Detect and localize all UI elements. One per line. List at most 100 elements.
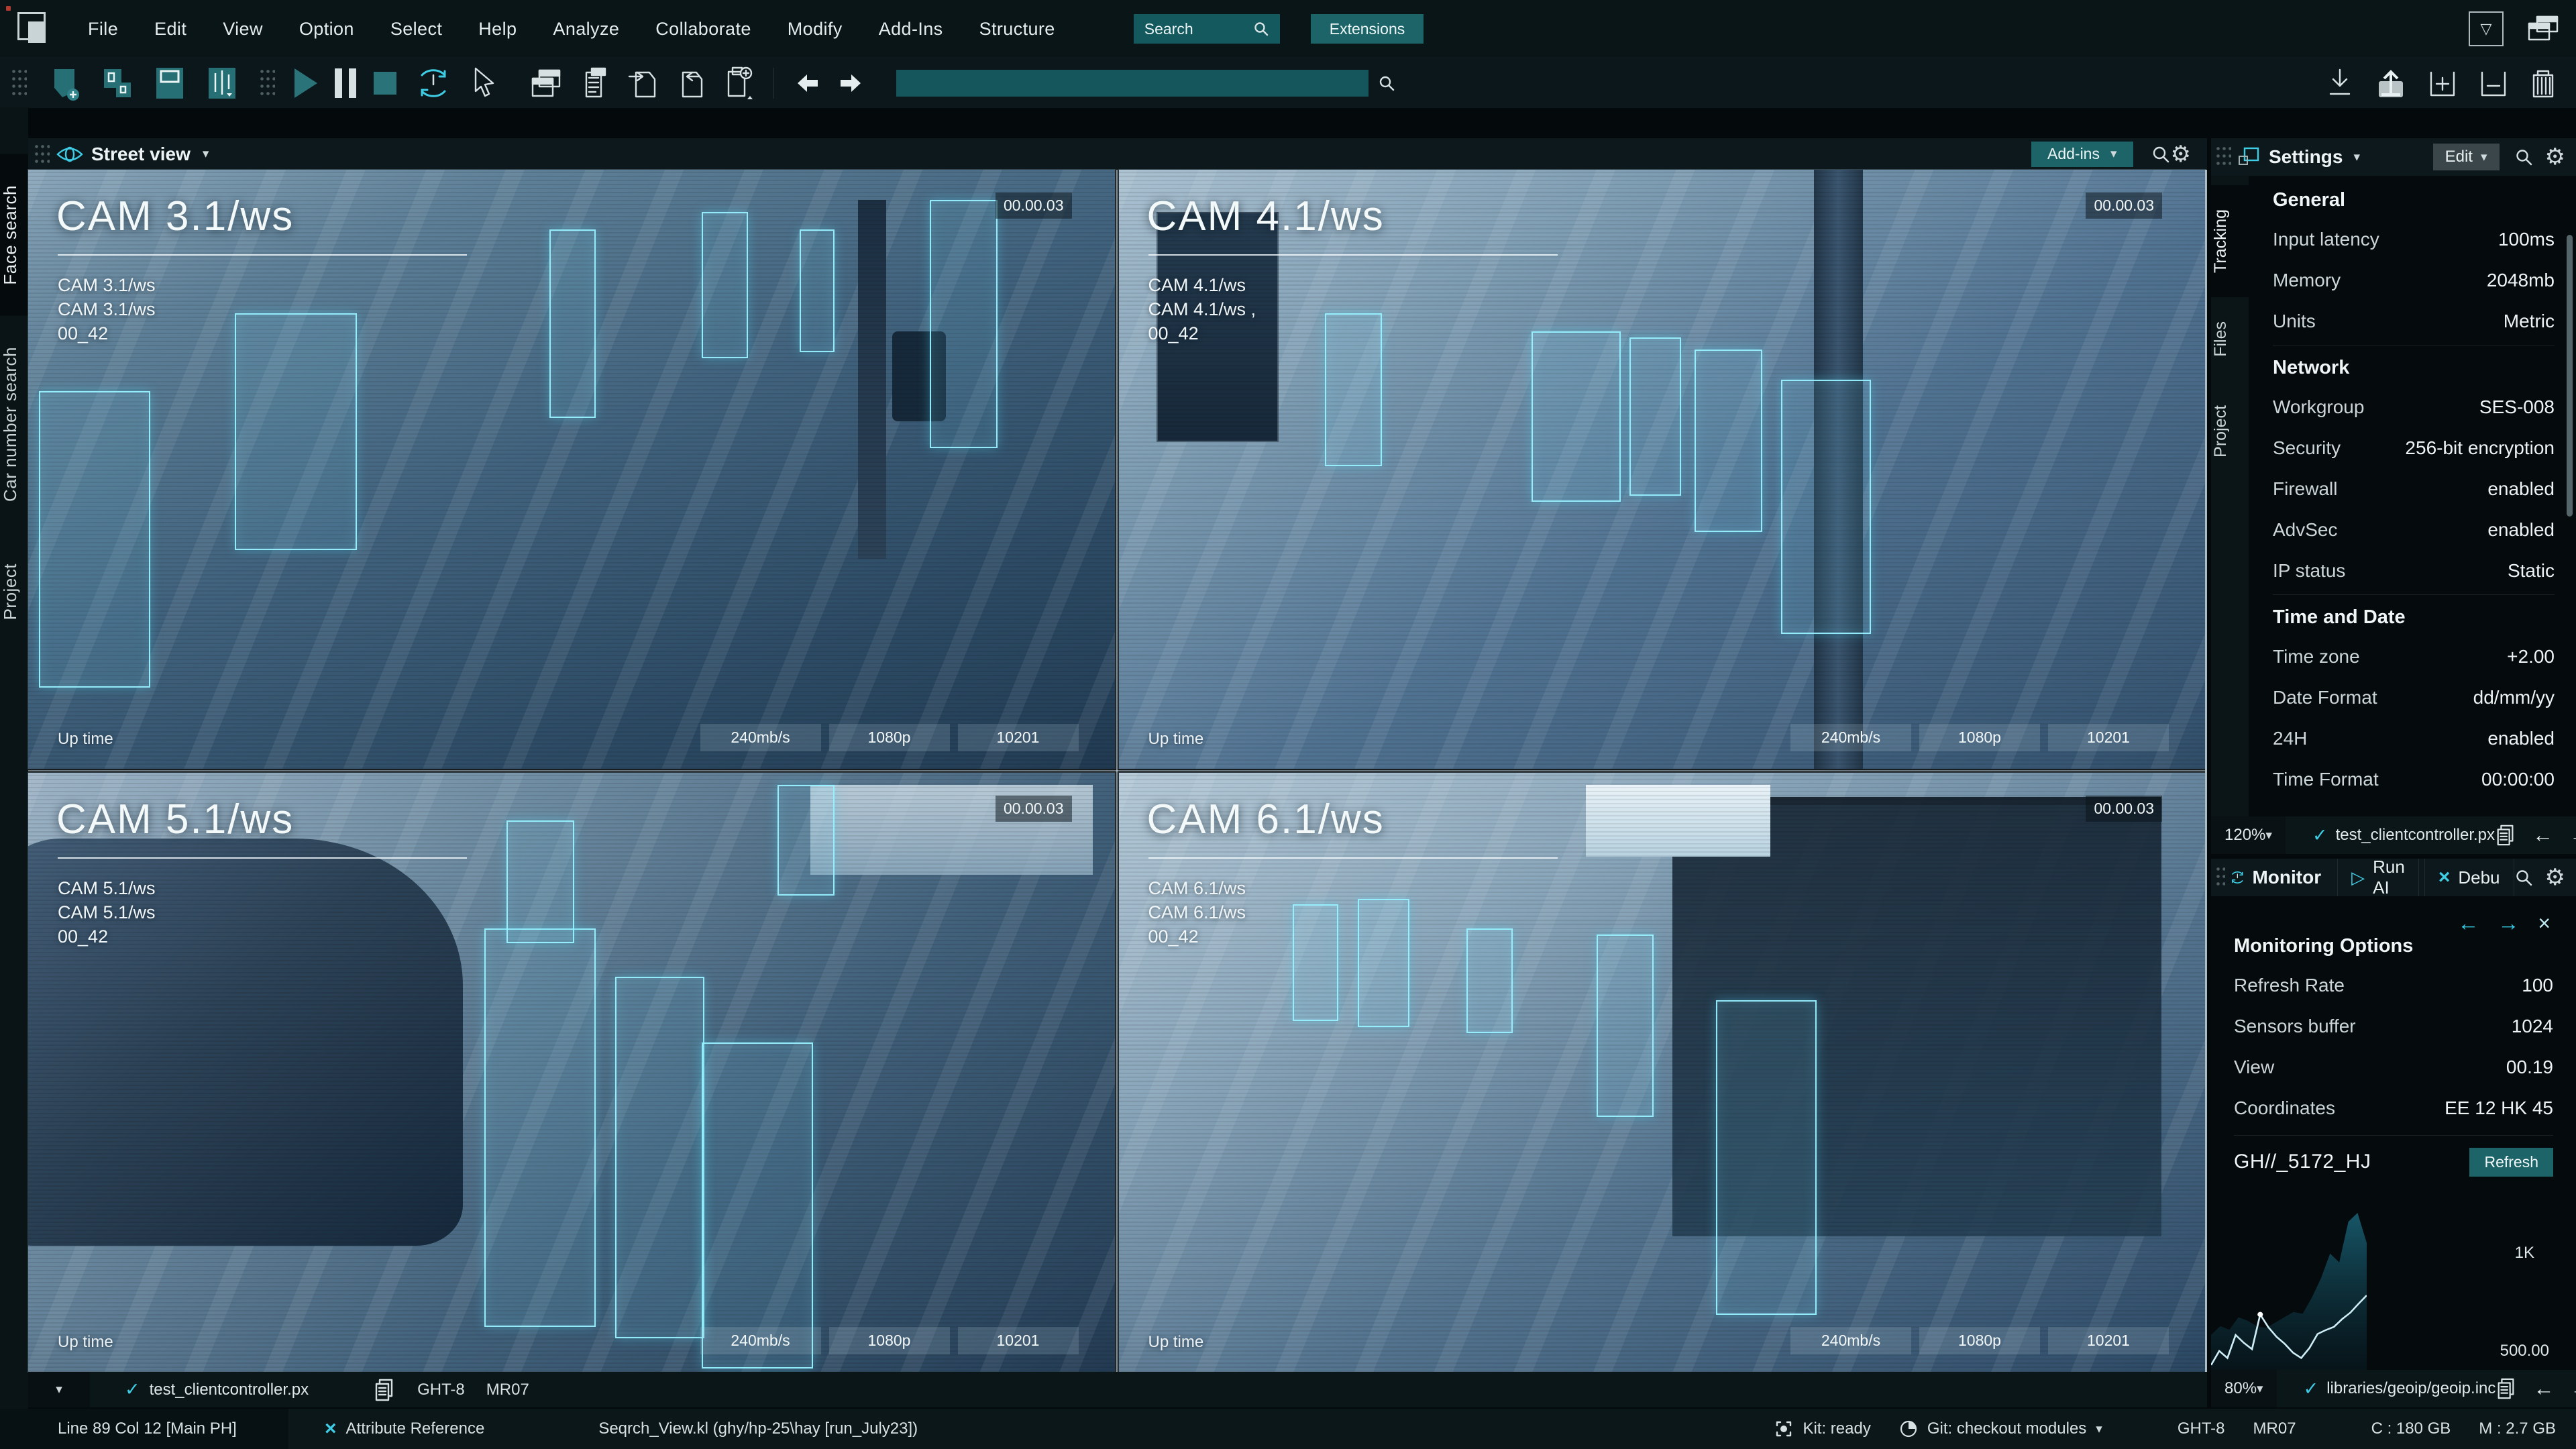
menu-item[interactable]: Structure [961, 19, 1073, 40]
toolbar-drag-handle[interactable] [11, 68, 27, 99]
cascade-windows-icon[interactable] [2526, 14, 2561, 44]
settings-row[interactable]: Date Formatdd/mm/yy [2273, 677, 2555, 718]
menu-item[interactable]: Analyze [535, 19, 637, 40]
shape-add-tool-icon[interactable] [45, 65, 83, 101]
frame-tool-icon[interactable] [152, 65, 187, 101]
menu-item[interactable]: Edit [136, 19, 205, 40]
sidebar-tab[interactable]: Project [0, 533, 28, 651]
git-status[interactable]: Git: checkout modules ▾ [1899, 1419, 2102, 1438]
camera-view-3[interactable]: CAM 3.1/ws CAM 3.1/ws CAM 3.1/ws 00_42 0… [28, 170, 1115, 769]
forward-arrow-icon[interactable]: → [2569, 823, 2576, 847]
chevron-down-icon[interactable]: ▾ [2353, 150, 2360, 165]
settings-row[interactable]: 24Henabled [2273, 718, 2555, 759]
dropdown-box-icon[interactable]: ▽ [2469, 11, 2504, 46]
monitor-row[interactable]: Sensors buffer1024 [2234, 1006, 2553, 1046]
menu-item[interactable]: Help [460, 19, 535, 40]
gear-icon[interactable]: ⚙ [2545, 866, 2565, 889]
zoom-select[interactable]: 80% ▾ [2211, 1370, 2277, 1407]
back-button[interactable] [794, 72, 820, 95]
toolbar-drag-handle[interactable] [259, 68, 275, 99]
footer-dropdown[interactable]: ▾ [28, 1372, 90, 1407]
add-item-icon[interactable] [2427, 67, 2458, 99]
run-ai-tab[interactable]: ▷ Run AI [2337, 859, 2419, 896]
forward-arrow-icon[interactable]: → [2570, 1377, 2576, 1401]
menu-item[interactable]: File [70, 19, 136, 40]
menu-item[interactable]: Option [281, 19, 372, 40]
panel-drag-handle[interactable] [2215, 865, 2225, 890]
upload-icon[interactable] [2375, 66, 2407, 100]
monitor-row[interactable]: CoordinatesEE 12 HK 45 [2234, 1087, 2553, 1128]
copy-icon[interactable] [373, 1377, 396, 1403]
gear-icon[interactable]: ⚙ [2545, 146, 2565, 168]
import-page-icon[interactable] [627, 66, 657, 101]
settings-row[interactable]: Time zone+2.00 [2273, 636, 2555, 677]
settings-row[interactable]: UnitsMetric [2273, 301, 2555, 341]
settings-vertical-tab[interactable]: Project [2211, 381, 2249, 482]
group-objects-tool-icon[interactable] [100, 65, 135, 101]
sidebar-tab[interactable]: Face search [0, 154, 28, 316]
search-icon[interactable] [1377, 74, 1396, 93]
close-icon[interactable]: × [325, 1419, 337, 1439]
new-page-icon[interactable] [723, 65, 754, 101]
stop-button[interactable] [374, 72, 396, 95]
attribute-reference-label[interactable]: Attribute Reference [346, 1419, 485, 1438]
forward-button[interactable] [838, 72, 865, 95]
settings-row[interactable]: Time Format00:00:00 [2273, 759, 2555, 800]
settings-vertical-tab[interactable]: Tracking [2211, 185, 2249, 297]
back-arrow-icon[interactable]: ← [2532, 823, 2553, 847]
camera-view-4[interactable]: CAM 4.1/ws CAM 4.1/ws CAM 4.1/ws , 00_42… [1119, 170, 2206, 769]
gear-icon[interactable]: ⚙ [2171, 143, 2191, 166]
settings-vertical-tab[interactable]: Files [2211, 297, 2249, 381]
close-icon[interactable]: × [2538, 911, 2551, 936]
panel-drag-handle[interactable] [2215, 145, 2231, 169]
adjustments-tool-icon[interactable] [205, 65, 239, 101]
menu-item[interactable]: Add-Ins [861, 19, 961, 40]
settings-row[interactable]: AdvSecenabled [2273, 509, 2555, 550]
remove-item-icon[interactable] [2478, 67, 2509, 99]
back-arrow-icon[interactable]: ← [2533, 1377, 2554, 1401]
viewport-drag-handle[interactable] [34, 143, 50, 166]
cascade-windows-icon[interactable] [529, 66, 565, 100]
download-icon[interactable] [2325, 67, 2355, 99]
extensions-button[interactable]: Extensions [1311, 14, 1424, 44]
toolbar-search-input[interactable] [896, 70, 1368, 97]
pause-button[interactable] [335, 68, 356, 98]
camera-view-6[interactable]: CAM 6.1/ws CAM 6.1/ws CAM 6.1/ws 00_42 0… [1119, 773, 2206, 1372]
trash-icon[interactable] [2529, 67, 2557, 99]
copy-icon[interactable] [2495, 823, 2516, 847]
app-logo-icon[interactable] [17, 12, 55, 46]
search-icon[interactable] [2151, 144, 2171, 164]
monitor-row[interactable]: Refresh Rate100 [2234, 965, 2553, 1006]
search-icon[interactable] [2514, 868, 2533, 887]
debug-tab[interactable]: × Debu [2424, 859, 2514, 896]
menu-item[interactable]: Modify [769, 19, 861, 40]
settings-row[interactable]: Input latency100ms [2273, 219, 2555, 260]
addins-button[interactable]: Add-ins ▾ [2031, 142, 2133, 167]
edit-button[interactable]: Edit ▾ [2433, 144, 2500, 170]
menu-item[interactable]: View [205, 19, 281, 40]
scrollbar[interactable] [2567, 235, 2573, 517]
cursor-tool-icon[interactable] [470, 66, 500, 101]
settings-row[interactable]: Firewallenabled [2273, 468, 2555, 509]
zoom-select[interactable]: 120% ▾ [2211, 816, 2286, 854]
settings-row[interactable]: Security256-bit encryption [2273, 427, 2555, 468]
loop-refresh-icon[interactable] [414, 64, 453, 102]
forward-arrow-icon[interactable]: → [2498, 911, 2519, 936]
camera-view-5[interactable]: CAM 5.1/ws CAM 5.1/ws CAM 5.1/ws 00_42 0… [28, 773, 1115, 1372]
back-arrow-icon[interactable]: ← [2457, 911, 2479, 936]
statusbar-file-label[interactable]: Seqrch_View.kl (ghy/hp-25\hay [run_July2… [598, 1419, 918, 1438]
settings-row[interactable]: WorkgroupSES-008 [2273, 386, 2555, 427]
monitor-row[interactable]: View00.19 [2234, 1046, 2553, 1087]
export-page-icon[interactable] [675, 66, 706, 101]
sidebar-tab[interactable]: Car number search [0, 316, 28, 533]
menu-item[interactable]: Collaborate [637, 19, 769, 40]
play-button[interactable] [294, 68, 317, 98]
copy-icon[interactable] [2496, 1377, 2517, 1401]
menu-search-box[interactable]: Search [1134, 14, 1280, 44]
search-icon[interactable] [2514, 148, 2533, 166]
menu-item[interactable]: Select [372, 19, 460, 40]
kit-status[interactable]: Kit: ready [1774, 1419, 1870, 1438]
settings-row[interactable]: Memory2048mb [2273, 260, 2555, 301]
document-list-icon[interactable] [582, 66, 609, 101]
settings-row[interactable]: IP statusStatic [2273, 550, 2555, 591]
